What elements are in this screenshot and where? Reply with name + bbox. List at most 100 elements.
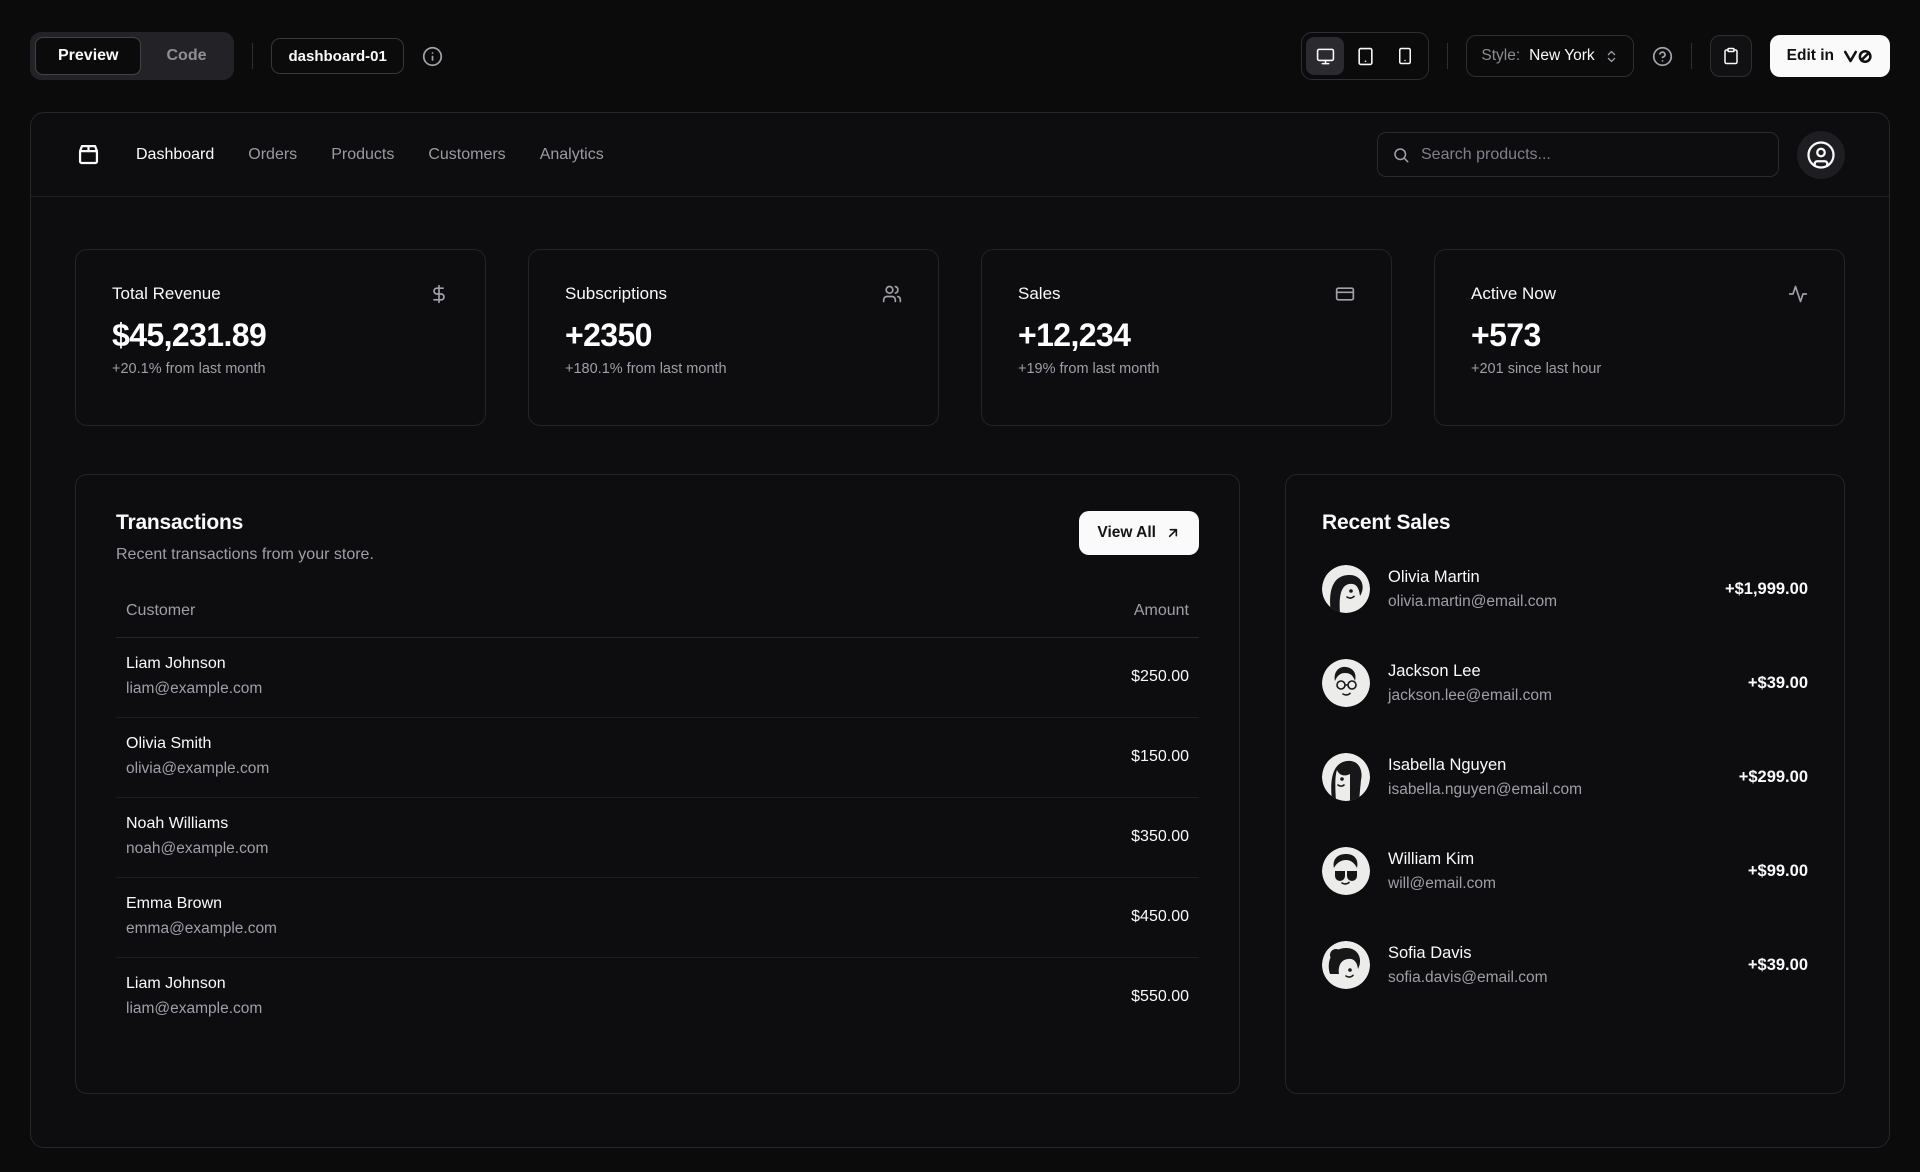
edit-in-v0-label: Edit in [1786, 47, 1834, 64]
transactions-table: Customer Amount Liam Johnson liam@exampl… [116, 602, 1199, 1037]
view-all-button[interactable]: View All [1079, 511, 1199, 555]
customer-name: Liam Johnson [126, 975, 226, 992]
customer-name: Noah Williams [126, 815, 229, 832]
recent-sales-list: Olivia Martin olivia.martin@email.com +$… [1322, 565, 1808, 989]
table-row[interactable]: Emma Brown emma@example.com $450.00 [116, 878, 1199, 958]
stat-value: +2350 [565, 317, 652, 353]
sale-amount: +$39.00 [1747, 955, 1808, 974]
nav-item-customers[interactable]: Customers [428, 146, 505, 164]
stat-title: Total Revenue [112, 284, 221, 303]
sale-customer-email: sofia.davis@email.com [1388, 968, 1548, 986]
transactions-subtitle: Recent transactions from your store. [116, 546, 374, 563]
stat-card-active-now: Active Now +573 +201 since last hour [1434, 249, 1845, 426]
transaction-amount: $550.00 [1131, 987, 1189, 1005]
block-info-button[interactable] [422, 46, 443, 67]
stat-change: +19% from last month [1018, 361, 1160, 377]
stat-card-total-revenue: Total Revenue $45,231.89 +20.1% from las… [75, 249, 486, 426]
view-all-label: View All [1097, 524, 1156, 541]
edit-in-v0-button[interactable]: Edit in [1769, 35, 1890, 77]
block-name-badge: dashboard-01 [271, 38, 404, 74]
customer-email: liam@example.com [126, 1000, 263, 1017]
nav-item-dashboard[interactable]: Dashboard [136, 146, 214, 164]
transactions-panel: Transactions Recent transactions from yo… [75, 474, 1240, 1094]
sale-customer-name: Sofia Davis [1388, 943, 1472, 962]
nav-item-orders[interactable]: Orders [248, 146, 297, 164]
transaction-amount: $450.00 [1131, 907, 1189, 925]
mobile-view-button[interactable] [1386, 37, 1424, 75]
recent-sales-title: Recent Sales [1322, 511, 1451, 534]
sale-customer-name: Olivia Martin [1388, 567, 1480, 586]
top-toolbar: Preview Code dashboard-01 Style: New Yor… [0, 0, 1920, 112]
column-header-amount: Amount [1133, 602, 1189, 619]
style-help-button[interactable] [1652, 46, 1673, 67]
stat-title: Subscriptions [565, 284, 668, 303]
sale-amount: +$299.00 [1738, 767, 1808, 786]
sale-customer-email: jackson.lee@email.com [1388, 686, 1552, 704]
search-input[interactable] [1421, 145, 1764, 164]
activity-icon [1788, 284, 1808, 304]
list-item[interactable]: Olivia Martin olivia.martin@email.com +$… [1322, 565, 1808, 613]
column-header-customer: Customer [126, 602, 196, 619]
stat-title: Active Now [1471, 284, 1557, 303]
preview-code-toggle: Preview Code [30, 32, 235, 80]
copy-code-button[interactable] [1709, 35, 1752, 77]
smartphone-icon [1396, 47, 1414, 65]
style-select[interactable]: Style: New York [1466, 35, 1634, 77]
customer-email: olivia@example.com [126, 760, 270, 777]
stat-value: $45,231.89 [112, 317, 267, 353]
chevrons-up-down-icon [1604, 49, 1619, 64]
stats-row: Total Revenue $45,231.89 +20.1% from las… [75, 249, 1845, 426]
table-row[interactable]: Liam Johnson liam@example.com $550.00 [116, 958, 1199, 1037]
dollar-sign-icon [429, 284, 449, 304]
sale-customer-name: Isabella Nguyen [1388, 755, 1507, 774]
transaction-amount: $150.00 [1131, 747, 1189, 765]
sale-customer-name: William Kim [1388, 849, 1475, 868]
table-row[interactable]: Noah Williams noah@example.com $350.00 [116, 798, 1199, 878]
avatar [1322, 565, 1370, 613]
code-tab[interactable]: Code [143, 37, 229, 75]
stat-value: +12,234 [1018, 317, 1131, 353]
sale-customer-name: Jackson Lee [1388, 661, 1481, 680]
table-row[interactable]: Olivia Smith olivia@example.com $150.00 [116, 718, 1199, 798]
desktop-view-button[interactable] [1306, 37, 1345, 75]
avatar [1322, 753, 1370, 801]
stat-value: +573 [1471, 317, 1541, 353]
table-row[interactable]: Liam Johnson liam@example.com $250.00 [116, 638, 1199, 718]
user-menu-button[interactable] [1797, 130, 1845, 179]
customer-email: liam@example.com [126, 680, 263, 697]
style-label: Style: [1481, 47, 1521, 64]
sale-customer-email: olivia.martin@email.com [1388, 592, 1558, 610]
customer-name: Liam Johnson [126, 655, 226, 672]
avatar [1322, 847, 1370, 895]
preview-tab[interactable]: Preview [35, 37, 142, 75]
stat-change: +180.1% from last month [565, 361, 727, 377]
tablet-view-button[interactable] [1346, 37, 1384, 75]
sale-customer-email: isabella.nguyen@email.com [1388, 780, 1583, 798]
customer-name: Olivia Smith [126, 735, 212, 752]
main-nav: Dashboard Orders Products Customers Anal… [136, 146, 604, 164]
list-item[interactable]: William Kim will@email.com +$99.00 [1322, 847, 1808, 895]
credit-card-icon [1335, 284, 1355, 304]
search-icon [1392, 146, 1410, 164]
dashboard-preview-frame: Dashboard Orders Products Customers Anal… [30, 112, 1890, 1148]
search-box [1377, 132, 1779, 177]
store-icon[interactable] [75, 141, 102, 168]
device-toggle-group [1301, 32, 1430, 80]
stat-card-subscriptions: Subscriptions +2350 +180.1% from last mo… [528, 249, 939, 426]
arrow-up-right-icon [1165, 525, 1181, 541]
recent-sales-panel: Recent Sales Olivia Martin olivia.martin… [1285, 474, 1845, 1094]
nav-item-analytics[interactable]: Analytics [540, 146, 604, 164]
v0-logo-icon [1843, 49, 1873, 64]
user-circle-icon [1806, 140, 1836, 170]
monitor-icon [1316, 47, 1335, 66]
app-header: Dashboard Orders Products Customers Anal… [31, 113, 1889, 197]
list-item[interactable]: Jackson Lee jackson.lee@email.com +$39.0… [1322, 659, 1808, 707]
list-item[interactable]: Isabella Nguyen isabella.nguyen@email.co… [1322, 753, 1808, 801]
sale-amount: +$1,999.00 [1724, 579, 1808, 598]
list-item[interactable]: Sofia Davis sofia.davis@email.com +$39.0… [1322, 941, 1808, 989]
stat-change: +20.1% from last month [112, 361, 266, 377]
nav-item-products[interactable]: Products [331, 146, 394, 164]
users-icon [882, 284, 902, 304]
toolbar-separator [1447, 43, 1449, 69]
style-value: New York [1529, 47, 1595, 64]
